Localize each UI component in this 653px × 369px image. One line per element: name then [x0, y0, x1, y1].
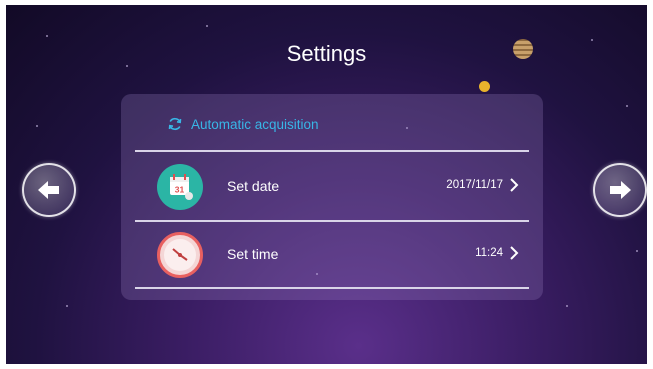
divider: [135, 287, 529, 289]
star: [206, 25, 208, 27]
clock-icon: [157, 232, 203, 278]
previous-button[interactable]: [22, 163, 76, 217]
star: [636, 250, 638, 252]
star: [66, 305, 68, 307]
page-title: Settings: [286, 41, 367, 66]
arrow-right-icon: [610, 181, 631, 199]
star: [36, 125, 38, 127]
settings-screen: Settings Automatic acquisition 31 Set da…: [6, 5, 647, 364]
star: [626, 105, 628, 107]
set-date-row[interactable]: 31 Set date 2017/11/17: [135, 154, 529, 218]
set-time-label: Set time: [227, 246, 279, 262]
small-planet-icon: [479, 81, 490, 92]
next-button[interactable]: [593, 163, 647, 217]
chevron-right-icon: [510, 246, 519, 260]
star: [566, 305, 568, 307]
arrow-left-icon: [38, 181, 59, 199]
set-date-label: Set date: [227, 178, 280, 194]
calendar-icon: 31: [157, 164, 203, 210]
calendar-day-text: 31: [175, 185, 185, 195]
sync-icon: [168, 117, 182, 131]
set-time-row[interactable]: Set time 11:24: [135, 222, 529, 286]
settings-panel: Automatic acquisition 31 Set date 2017/1…: [121, 94, 543, 300]
divider: [135, 150, 529, 152]
automatic-acquisition-label: Automatic acquisition: [191, 116, 319, 132]
time-value: 11:24: [475, 247, 503, 259]
chevron-right-icon: [510, 178, 519, 192]
star: [46, 35, 48, 37]
automatic-acquisition-toggle[interactable]: Automatic acquisition: [167, 116, 319, 132]
date-value: 2017/11/17: [446, 179, 503, 191]
